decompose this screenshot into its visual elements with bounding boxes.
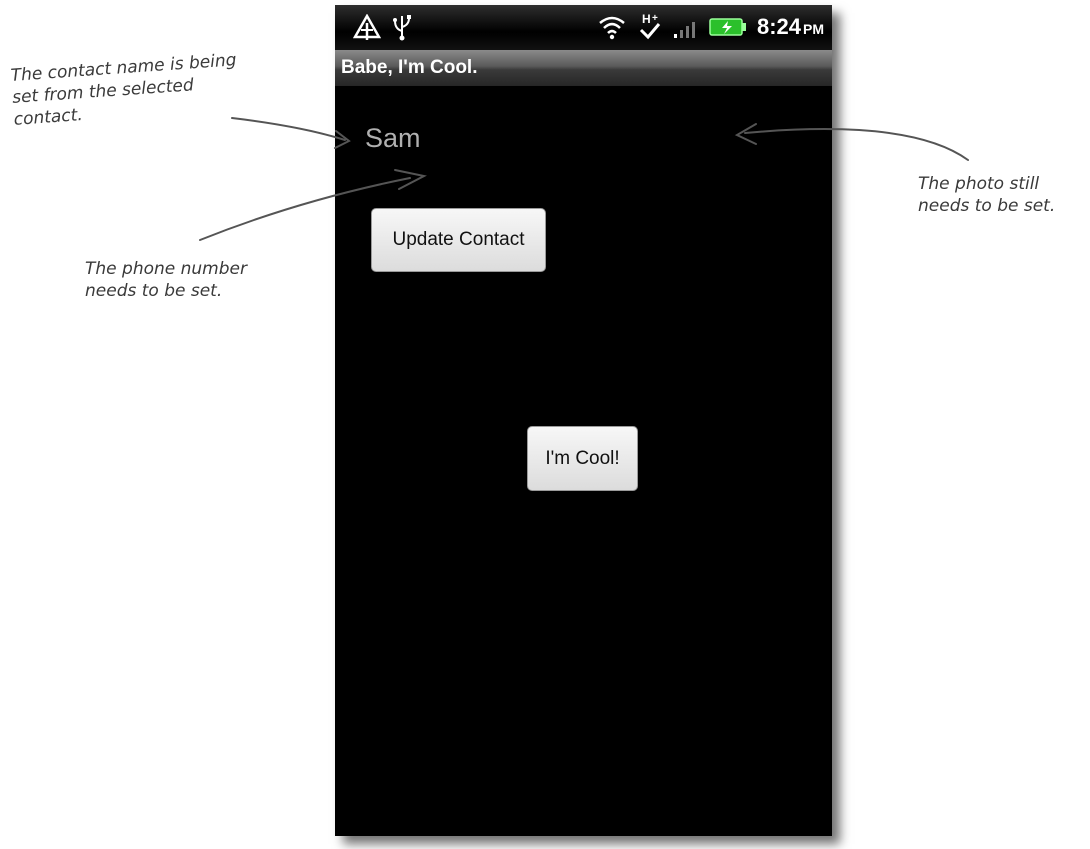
arrow-to-photo bbox=[744, 128, 969, 161]
annotation-arrows bbox=[199, 117, 969, 241]
arrowhead-photo bbox=[734, 123, 757, 145]
arrow-to-phone-number bbox=[199, 177, 411, 241]
arrow-to-contact-name bbox=[231, 117, 346, 141]
